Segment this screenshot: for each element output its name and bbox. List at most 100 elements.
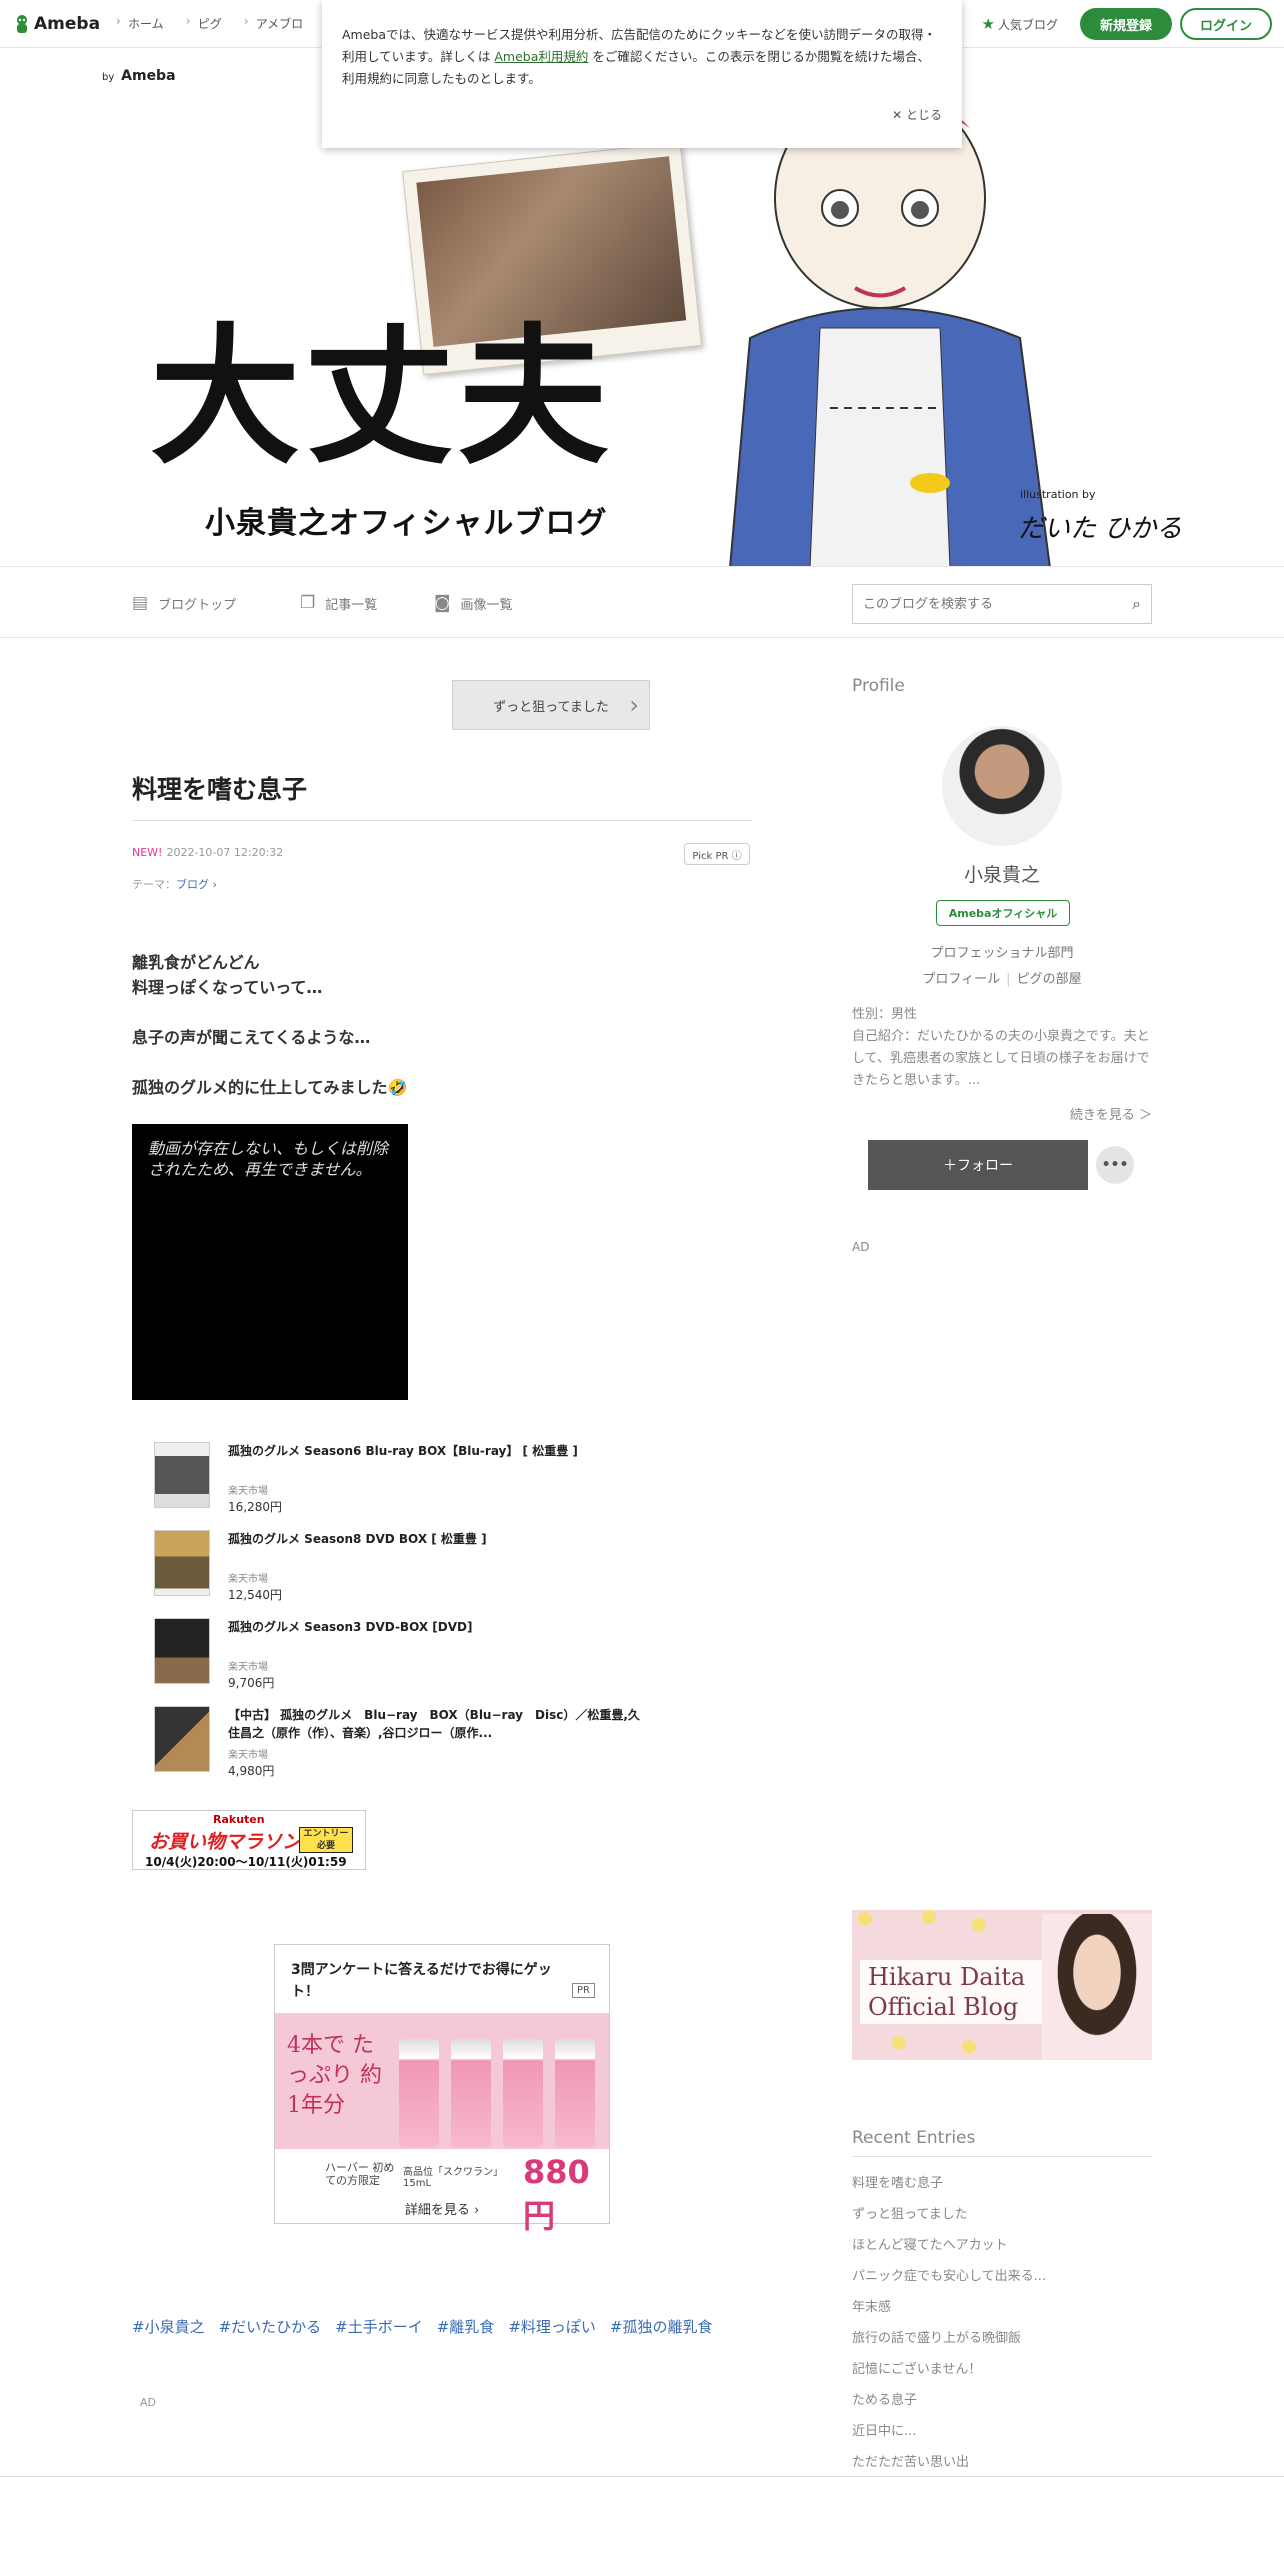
product-shop: 楽天市場 [228, 1662, 268, 1673]
recent-entry-link[interactable]: 旅行の話で盛り上がる晩御飯 [852, 2323, 1152, 2354]
article-body: 離乳食がどんどん 料理っぽくなっていって… 息子の声が聞こえてくるような… 孤独の… [132, 950, 407, 1125]
article-meta: NEW! 2022-10-07 12:20:32 [132, 846, 283, 859]
read-more-link[interactable]: 続きを見る ＞ [1070, 1104, 1152, 1123]
video-player[interactable]: 動画が存在しない、もしくは削除されたため、再生できません。 [132, 1124, 408, 1400]
hashtag[interactable]: #小泉貴之 [132, 2318, 205, 2336]
ad-image: 4本で たっぷり 約1年分 ハーバー 初めての方限定 高品位「スクワラン」15m… [275, 2013, 609, 2235]
title-divider [132, 820, 752, 821]
product-bottle [451, 2039, 491, 2147]
hashtag[interactable]: #料理っぽい [508, 2318, 596, 2336]
by-label: by [102, 72, 115, 83]
register-button[interactable]: 新規登録 [1080, 8, 1172, 40]
blog-search-input[interactable] [863, 596, 1133, 612]
rakuten-marathon-banner[interactable]: Rakuten お買い物マラソン エントリー必要 10/4(火)20:00〜10… [132, 1810, 366, 1870]
product-thumbnail [154, 1530, 210, 1596]
entry-list-link[interactable]: ❐ 記事一覧 [300, 593, 377, 613]
recent-entry-link[interactable]: 近日中に... [852, 2416, 1152, 2447]
product-list: 孤独のグルメ Season6 Blu-ray BOX【Blu-ray】 [ 松重… [146, 1440, 666, 1792]
blog-top-label: ブログトップ [158, 597, 237, 613]
nav-ameblo[interactable]: アメブロ [244, 14, 303, 32]
ad-more-link[interactable]: 詳細を見る › [275, 2199, 609, 2218]
official-badge[interactable]: Amebaオフィシャル [936, 900, 1070, 926]
popular-blog-link[interactable]: ★ 人気ブログ [982, 15, 1058, 33]
search-icon[interactable]: ⌕ [1132, 594, 1141, 614]
product-bottle [555, 2039, 595, 2147]
new-badge: NEW! [132, 846, 163, 859]
article-theme: テーマ：ブログ › [132, 876, 217, 892]
more-options-button[interactable]: ••• [1096, 1146, 1134, 1184]
product-item[interactable]: 孤独のグルメ Season8 DVD BOX [ 松重豊 ] 楽天市場 12,5… [146, 1528, 666, 1616]
profile-department[interactable]: プロフェッショナル部門 [852, 942, 1152, 961]
recent-entry-link[interactable]: ただただ苦い思い出 [852, 2447, 1152, 2478]
product-item[interactable]: 【中古】 孤独のグルメ Blu−ray BOX（Blu−ray Disc）／松重… [146, 1704, 666, 1792]
blog-nav: ▤ ブログトップ ❐ 記事一覧 ◙ 画像一覧 ⌕ [0, 566, 1284, 638]
decor-dot [858, 1912, 872, 1926]
profile-name[interactable]: 小泉貴之 [852, 860, 1152, 887]
image-list-label: 画像一覧 [460, 597, 513, 613]
hikaru-daita-blog-banner[interactable]: Hikaru Daita Official Blog [852, 1910, 1152, 2060]
product-bottle [399, 2039, 439, 2147]
profile-intro: 自己紹介：だいたひかるの夫の小泉貴之です。夫として、乳癌患者の家族として日頃の様… [852, 1029, 1150, 1088]
recent-entry-link[interactable]: ずっと狙ってました [852, 2199, 1152, 2230]
recent-entry-link[interactable]: 年末感 [852, 2292, 1152, 2323]
recent-entry-link[interactable]: 記憶にございません！ [852, 2354, 1152, 2385]
product-price: 9,706円 [228, 1676, 275, 1690]
follow-button[interactable]: ＋フォロー [868, 1140, 1088, 1190]
banner-title: Hikaru Daita Official Blog [860, 1960, 1050, 2024]
ameba-logo[interactable]: Ameba [14, 14, 100, 34]
cookie-close-button[interactable]: ✕ とじる [892, 104, 942, 126]
recent-entry-link[interactable]: ほとんど寝てたヘアカット [852, 2230, 1152, 2261]
sidebar-ad-label: AD [852, 1240, 870, 1254]
terms-link[interactable]: Ameba利用規約 [494, 49, 588, 64]
image-list-link[interactable]: ◙ 画像一覧 [434, 593, 513, 613]
cookie-close-label: とじる [905, 108, 942, 122]
decor-dot [962, 2040, 976, 2054]
product-item[interactable]: 孤独のグルメ Season3 DVD-BOX [DVD] 楽天市場 9,706円 [146, 1616, 666, 1704]
rakuten-dates: 10/4(火)20:00〜10/11(火)01:59 [145, 1855, 347, 1869]
recent-entry-link[interactable]: ためる息子 [852, 2385, 1152, 2416]
avatar[interactable] [942, 726, 1062, 846]
document-icon: ▤ [132, 593, 149, 613]
ad-size: 高品位「スクワラン」15mL [403, 2167, 503, 2189]
video-error-message: 動画が存在しない、もしくは削除されたため、再生できません。 [148, 1139, 389, 1179]
hashtag-list: #小泉貴之 #だいたひかる #土手ボーイ #離乳食 #料理っぽい #孤独の離乳食 [132, 2316, 726, 2337]
ad-headline: 4本で たっぷり 約1年分 [287, 2033, 382, 2118]
product-name: 孤独のグルメ Season3 DVD-BOX [DVD] [228, 1620, 473, 1634]
nav-home[interactable]: ホーム [116, 14, 164, 32]
illustration-credit-label: illustration by [1020, 488, 1096, 501]
pick-pr-button[interactable]: Pick PR ⓘ [684, 843, 750, 865]
recent-entries-heading: Recent Entries [852, 2128, 1152, 2157]
theme-link[interactable]: ブログ › [176, 878, 217, 891]
article-title: 料理を嗜む息子 [132, 775, 308, 804]
hashtag[interactable]: #だいたひかる [219, 2318, 322, 2336]
theme-label: テーマ： [132, 878, 176, 891]
decor-dot [972, 1918, 986, 1932]
product-thumbnail [154, 1706, 210, 1772]
pig-room-link[interactable]: ピグの部屋 [1017, 972, 1082, 987]
recent-entry-link[interactable]: 料理を嗜む息子 [852, 2168, 1152, 2199]
blog-top-link[interactable]: ▤ ブログトップ [132, 593, 236, 613]
product-item[interactable]: 孤独のグルメ Season6 Blu-ray BOX【Blu-ray】 [ 松重… [146, 1440, 666, 1528]
product-shop: 楽天市場 [228, 1574, 268, 1585]
hashtag[interactable]: #土手ボーイ [335, 2318, 423, 2336]
hashtag[interactable]: #離乳食 [437, 2318, 495, 2336]
link-separator: | [1006, 972, 1011, 987]
decor-dot [892, 2036, 906, 2050]
nav-pig[interactable]: ピグ [186, 14, 222, 32]
by-ameba-brand: Ameba [121, 68, 176, 84]
login-button[interactable]: ログイン [1180, 8, 1272, 40]
survey-ad[interactable]: 3問アンケートに答えるだけでお得にゲット！ PR 4本で たっぷり 約1年分 ハ… [274, 1944, 610, 2235]
product-price: 16,280円 [228, 1500, 282, 1514]
illustration-credit-name: だいた ひかる [1018, 514, 1183, 544]
pr-badge: PR [572, 1983, 595, 1998]
cookie-banner: Amebaでは、快適なサービス提供や利用分析、広告配信のためにクッキーなどを使い… [322, 0, 962, 148]
entry-list-label: 記事一覧 [325, 597, 378, 613]
banner-portrait [1042, 1914, 1152, 2060]
recent-entry-link[interactable]: パニック症でも安心して出来る... [852, 2261, 1152, 2292]
ad-label: AD [140, 2396, 156, 2409]
profile-link[interactable]: プロフィール [922, 972, 1000, 987]
prev-entry-button[interactable]: ずっと狙ってました › [452, 680, 650, 730]
hashtag[interactable]: #孤独の離乳食 [610, 2318, 713, 2336]
global-nav: ホーム ピグ アメブロ [116, 14, 325, 32]
ad-subtitle: ハーバー 初めての方限定 [325, 2161, 395, 2187]
